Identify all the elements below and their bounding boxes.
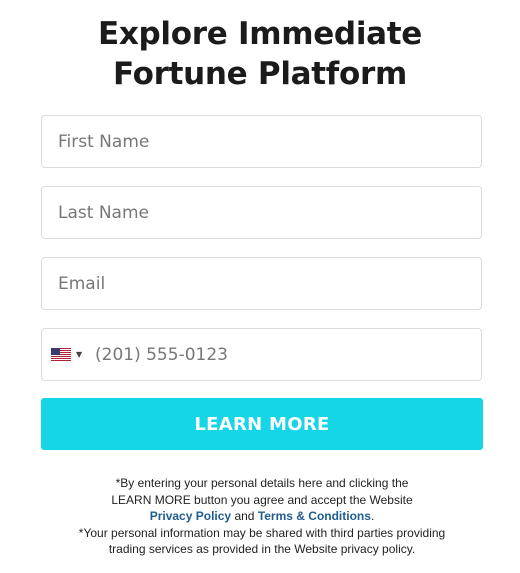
disclaimer-line-1: *By entering your personal details here … <box>115 476 409 490</box>
last-name-input[interactable] <box>42 187 481 238</box>
title-line-2: Fortune Platform <box>113 56 407 92</box>
page-title: Explore Immediate Fortune Platform <box>0 14 520 94</box>
and-text: and <box>234 509 255 524</box>
privacy-policy-link[interactable]: Privacy Policy <box>150 509 231 523</box>
first-name-input[interactable] <box>42 116 481 167</box>
chevron-down-icon: ▼ <box>76 350 83 359</box>
disclaimer-line-5: trading services as provided in the Webs… <box>108 542 416 557</box>
terms-conditions-link[interactable]: Terms & Conditions <box>258 509 371 523</box>
phone-field-container: ▼ <box>41 328 482 381</box>
first-name-field-container <box>41 115 482 168</box>
disclaimer-line-4: *Your personal information may be shared… <box>78 525 446 540</box>
last-name-field-container <box>41 186 482 239</box>
email-field-container <box>41 257 482 310</box>
learn-more-button[interactable]: LEARN MORE <box>41 398 483 450</box>
period-text: . <box>370 509 375 524</box>
us-flag-icon <box>51 348 71 361</box>
phone-input[interactable] <box>42 329 481 380</box>
country-code-selector[interactable]: ▼ <box>51 329 91 380</box>
disclaimer-line-3: Privacy Policy and Terms & Conditions. <box>40 508 484 525</box>
title-line-1: Explore Immediate <box>97 16 423 52</box>
disclaimer-text: *By entering your personal details here … <box>40 475 484 558</box>
email-input[interactable] <box>42 258 481 309</box>
disclaimer-line-2: LEARN MORE button you agree and accept t… <box>111 492 413 507</box>
